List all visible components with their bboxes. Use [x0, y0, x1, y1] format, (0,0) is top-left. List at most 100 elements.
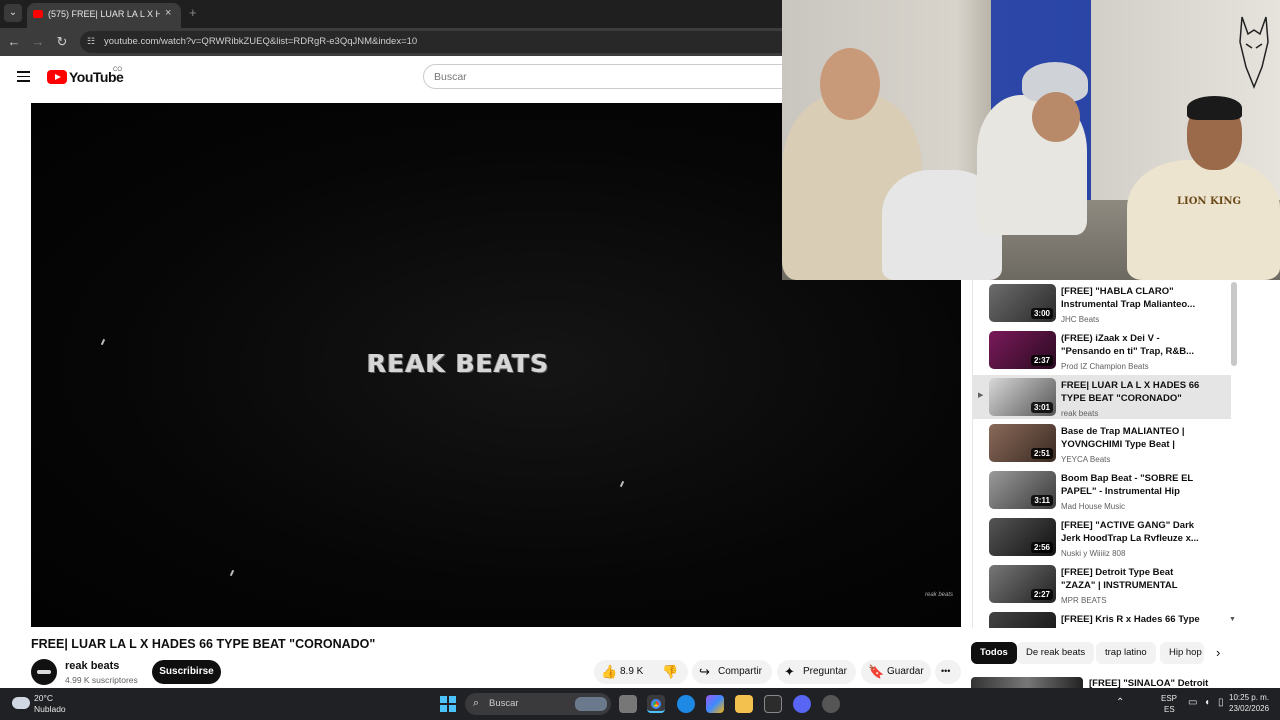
playlist-item[interactable]: 2:56 [FREE] "ACTIVE GANG" Dark Jerk HoodT…: [973, 515, 1231, 559]
playlist-item-channel: JHC Beats: [1061, 315, 1100, 324]
like-count[interactable]: 8.9 K: [620, 666, 643, 677]
clock-time[interactable]: 10:25 p. m.: [1229, 693, 1269, 702]
playlist-item-title[interactable]: Boom Bap Beat - "SOBRE EL PAPEL" - Instr…: [1061, 472, 1201, 498]
language-bottom[interactable]: ES: [1164, 705, 1175, 714]
playlist-thumbnail[interactable]: 2:37: [989, 330, 1056, 369]
chip-hip-hop[interactable]: Hip hop: [1160, 642, 1204, 664]
video-duration: 3:11: [1031, 495, 1053, 507]
forward-icon[interactable]: →: [30, 34, 46, 49]
sparkle-icon: ✦: [784, 664, 795, 679]
weather-description[interactable]: Nublado: [34, 704, 66, 714]
playlist-item[interactable]: 3:00 [FREE] "HABLA CLARO" Instrumental Tr…: [973, 281, 1231, 325]
new-tab-icon[interactable]: +: [189, 5, 197, 20]
screen: ⌄ (575) FREE| LUAR LA L X HADES 66 TYPE …: [0, 0, 1280, 720]
discord-icon[interactable]: [793, 695, 811, 713]
scroll-down-icon[interactable]: ▼: [1229, 616, 1236, 623]
bookmark-icon: 🔖: [868, 664, 885, 679]
playlist-item-title[interactable]: [FREE] "HABLA CLARO" Instrumental Trap M…: [1061, 285, 1201, 311]
subscribe-button[interactable]: Suscribirse: [152, 660, 221, 684]
playlist-thumbnail[interactable]: [989, 611, 1056, 628]
show-hidden-icons-icon[interactable]: ⌃: [1116, 697, 1124, 708]
chip-todos[interactable]: Todos: [971, 642, 1017, 664]
channel-name[interactable]: reak beats: [65, 660, 119, 672]
playlist-item-channel: reak beats: [1061, 408, 1099, 418]
tab-close-icon[interactable]: ×: [165, 7, 171, 19]
ask-label: Preguntar: [803, 666, 847, 677]
task-view-icon[interactable]: [619, 695, 637, 713]
chevron-right-icon[interactable]: ›: [1216, 645, 1220, 660]
playlist-scrollbar[interactable]: [1231, 282, 1237, 366]
playlist-item[interactable]: ▶ 3:01 FREE| LUAR LA L X HADES 66 TYPE BEA…: [973, 374, 1231, 419]
playlist-item[interactable]: 2:27 [FREE] Detroit Type Beat "ZAZA" | IN…: [973, 562, 1231, 606]
video-title: FREE| LUAR LA L X HADES 66 TYPE BEAT "CO…: [31, 637, 376, 651]
video-duration: 2:27: [1030, 588, 1053, 600]
windows-start-icon[interactable]: [440, 696, 456, 712]
playlist-item-title[interactable]: FREE| LUAR LA L X HADES 66 TYPE BEAT "CO…: [1061, 379, 1201, 405]
copilot-icon[interactable]: [706, 695, 724, 713]
playlist-thumbnail[interactable]: 2:56: [989, 518, 1056, 556]
youtube-favicon-icon: [33, 10, 43, 18]
battery-icon[interactable]: ▯: [1218, 697, 1224, 708]
video-overlay-text: REAK BEATS: [367, 349, 550, 378]
edge-icon[interactable]: [677, 695, 695, 713]
chip-trap-latino[interactable]: trap latino: [1096, 642, 1156, 664]
taskbar-search-label: Buscar: [489, 698, 519, 709]
more-actions-button[interactable]: •••: [935, 660, 961, 684]
country-code: CO: [113, 67, 122, 73]
search-placeholder: Buscar: [434, 71, 467, 83]
site-info-icon[interactable]: ☷: [87, 36, 98, 47]
playlist-item-title[interactable]: [FREE] Kris R x Hades 66 Type: [1061, 613, 1201, 626]
playlist-thumbnail[interactable]: 2:51: [989, 424, 1056, 463]
reload-icon[interactable]: ↻: [54, 34, 70, 50]
playlist-item[interactable]: 3:11 Boom Bap Beat - "SOBRE EL PAPEL" - I…: [973, 468, 1231, 512]
back-icon[interactable]: ←: [6, 34, 22, 49]
language-top[interactable]: ESP: [1161, 694, 1177, 703]
playlist-panel: 3:00 [FREE] "HABLA CLARO" Instrumental Tr…: [972, 280, 1240, 628]
playlist-item[interactable]: [FREE] Kris R x Hades 66 Type: [973, 609, 1231, 628]
share-icon: ↪: [699, 664, 710, 679]
obs-icon[interactable]: [822, 695, 840, 713]
playlist-item[interactable]: 2:37 (FREE) iZaak x Dei V - "Pensando en …: [973, 328, 1231, 372]
subscriber-count: 4.99 K suscriptores: [65, 675, 138, 685]
shirt-print: LION KING: [1177, 196, 1242, 207]
channel-avatar[interactable]: [31, 659, 57, 685]
weather-temperature[interactable]: 20°C: [34, 693, 53, 703]
file-explorer-icon[interactable]: [735, 695, 753, 713]
more-icon: •••: [941, 666, 951, 676]
person-right-hair: [1187, 96, 1242, 120]
save-label: Guardar: [887, 666, 924, 677]
playlist-item-title[interactable]: [FREE] "ACTIVE GANG" Dark Jerk HoodTrap …: [1061, 519, 1201, 545]
network-icon[interactable]: ▭: [1188, 697, 1197, 708]
tab-search-menu-icon[interactable]: ⌄: [4, 4, 22, 22]
menu-icon[interactable]: [17, 71, 30, 82]
volume-icon[interactable]: ◖: [1204, 697, 1210, 708]
cloud-icon[interactable]: [12, 697, 30, 709]
playlist-item-title[interactable]: (FREE) iZaak x Dei V - "Pensando en ti" …: [1061, 332, 1201, 358]
playlist-thumbnail[interactable]: 3:11: [989, 471, 1056, 510]
ask-button[interactable]: ✦ Preguntar: [777, 660, 856, 684]
video-duration: 2:37: [1030, 354, 1053, 366]
taskbar-search[interactable]: ⌕ Buscar: [465, 693, 611, 715]
search-input[interactable]: Buscar: [423, 64, 793, 89]
playlist-item-channel: MPR BEATS: [1061, 595, 1107, 605]
share-button[interactable]: ↪ Compartir: [692, 660, 772, 684]
like-icon[interactable]: 👍: [601, 664, 617, 679]
playlist-item-title[interactable]: [FREE] Detroit Type Beat "ZAZA" | INSTRU…: [1061, 566, 1201, 592]
chrome-logo-icon: [651, 699, 661, 709]
like-dislike-group: 👍 8.9 K 👎: [594, 660, 688, 684]
microsoft-store-icon[interactable]: [764, 695, 782, 713]
search-highlight-art: [575, 697, 607, 711]
dislike-icon[interactable]: 👎: [662, 664, 678, 679]
playlist-thumbnail[interactable]: 3:01: [989, 377, 1056, 416]
playlist-item-channel: YEYCA Beats: [1061, 455, 1111, 465]
chip-de-reak-beats[interactable]: De reak beats: [1017, 642, 1095, 664]
playlist-item[interactable]: 2:51 Base de Trap MALIANTEO | YOVNGCHIMI …: [973, 421, 1231, 465]
playlist-thumbnail[interactable]: 2:27: [989, 564, 1056, 603]
video-duration: 3:01: [1030, 401, 1053, 413]
playlist-item-title[interactable]: Base de Trap MALIANTEO | YOVNGCHIMI Type…: [1061, 425, 1201, 451]
playlist-thumbnail[interactable]: 3:00: [989, 284, 1056, 322]
browser-tab[interactable]: (575) FREE| LUAR LA L X HADES 66 TYPE BE…: [27, 3, 181, 28]
clock-date[interactable]: 23/02/2026: [1229, 704, 1269, 713]
youtube-logo-icon[interactable]: [47, 70, 67, 84]
save-button[interactable]: 🔖 Guardar: [861, 660, 931, 684]
